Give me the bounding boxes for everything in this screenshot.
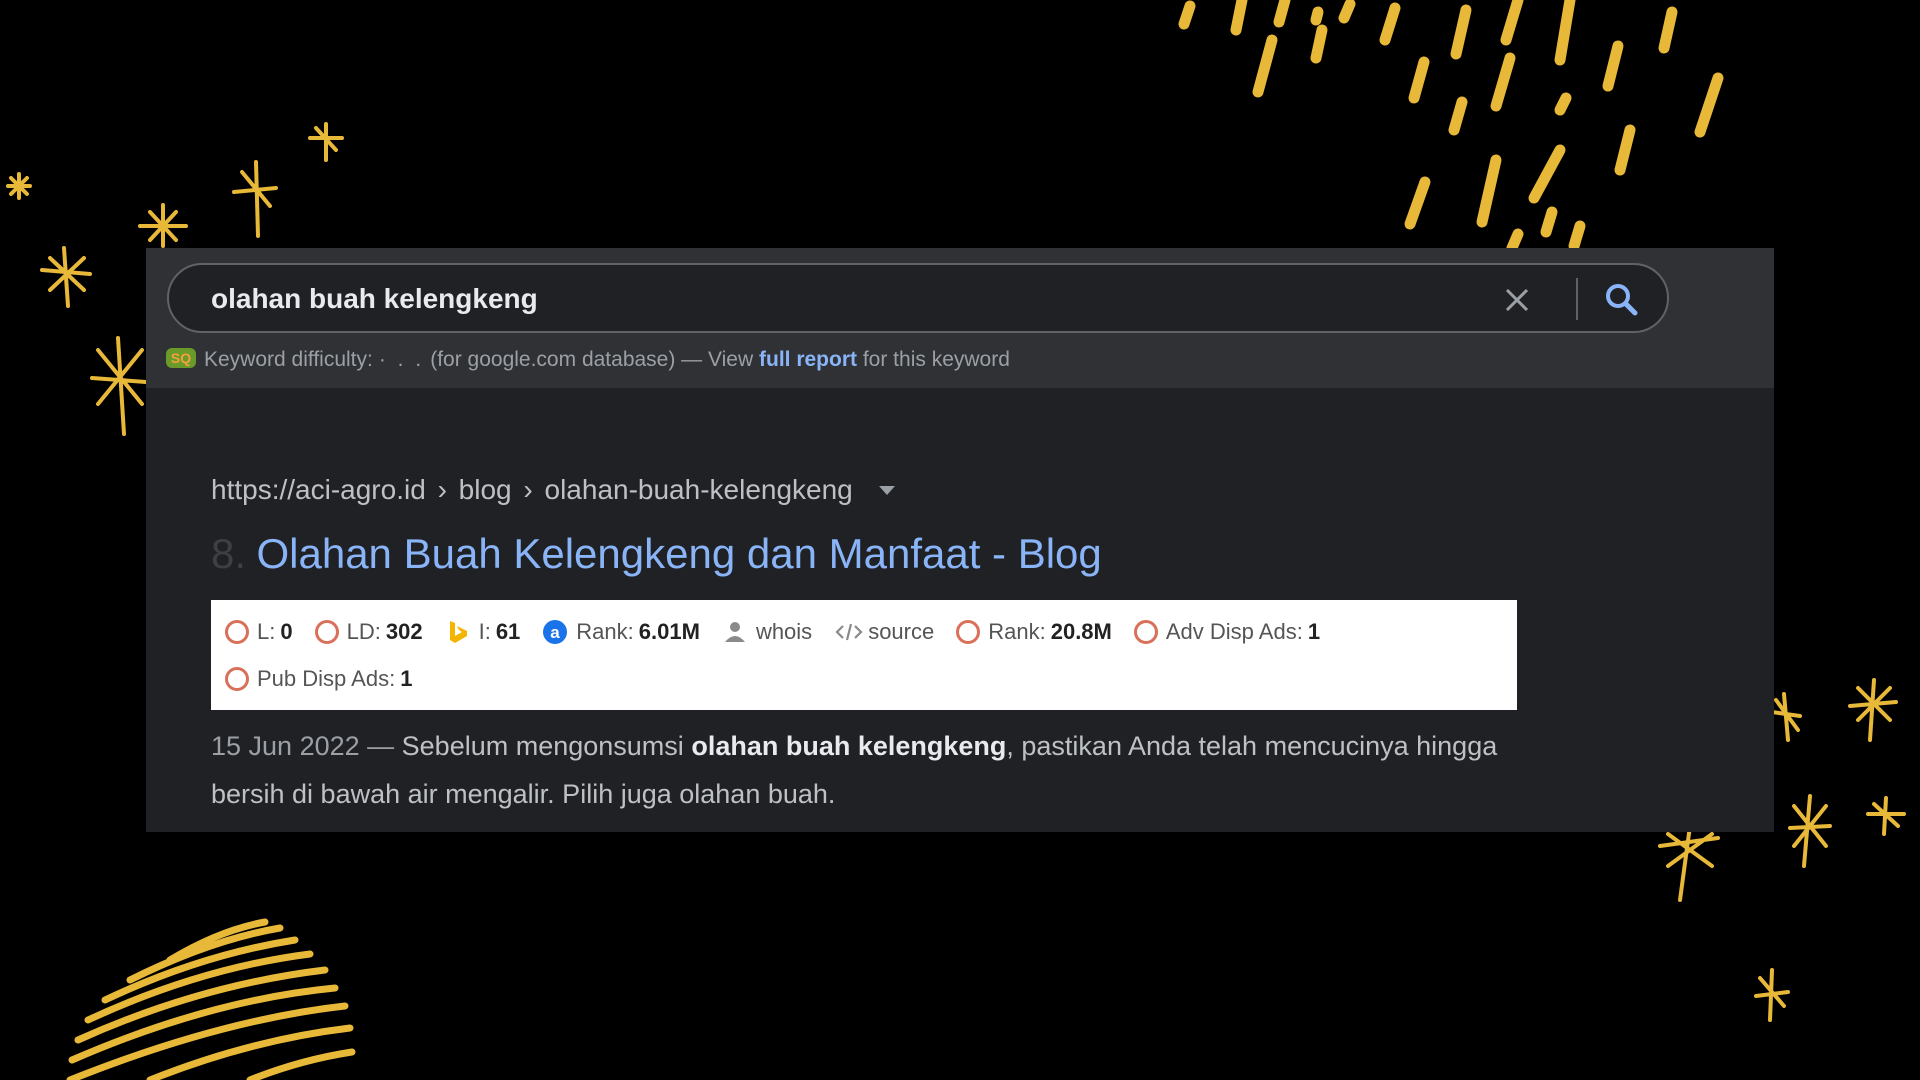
search-box[interactable] bbox=[167, 263, 1669, 333]
circle-icon bbox=[1133, 619, 1158, 644]
result-title-link[interactable]: Olahan Buah Kelengkeng dan Manfaat - Blo… bbox=[256, 530, 1101, 577]
metric-links[interactable]: L: 0 bbox=[225, 619, 293, 645]
metric-pub-disp-ads[interactable]: Pub Disp Ads: 1 bbox=[225, 666, 412, 692]
kd-suffix: for this keyword bbox=[862, 348, 1010, 371]
result-domain: https://aci-agro.id bbox=[211, 474, 426, 505]
breadcrumb-slug: olahan-buah-kelengkeng bbox=[544, 474, 853, 505]
chevron-down-icon[interactable] bbox=[878, 486, 895, 495]
close-icon[interactable] bbox=[1497, 280, 1537, 320]
svg-text:a: a bbox=[551, 623, 561, 642]
kd-loading-dots: · . . bbox=[378, 348, 425, 371]
snippet-text-pre: Sebelum mengonsumsi bbox=[401, 731, 684, 761]
search-header: SQ Keyword difficulty:· . .(for google.c… bbox=[146, 248, 1774, 388]
full-report-link[interactable]: full report bbox=[759, 348, 857, 371]
result-snippet: 15 Jun 2022 — Sebelum mengonsumsi olahan… bbox=[211, 722, 1511, 818]
metric-source[interactable]: source bbox=[834, 619, 934, 645]
kd-database-text: (for google.com database) — View bbox=[430, 348, 754, 371]
circle-icon bbox=[314, 619, 339, 644]
result-breadcrumb[interactable]: https://aci-agro.id › blog › olahan-buah… bbox=[211, 472, 1111, 508]
code-icon bbox=[834, 619, 863, 645]
snippet-highlight: olahan buah kelengkeng bbox=[691, 731, 1007, 761]
metric-bing-index[interactable]: I: 61 bbox=[445, 619, 520, 645]
result-rank-number: 8. bbox=[211, 530, 247, 577]
user-icon bbox=[722, 619, 748, 645]
search-input[interactable] bbox=[211, 279, 1411, 319]
bing-icon bbox=[445, 619, 471, 645]
search-results-panel: SQ Keyword difficulty:· . .(for google.c… bbox=[146, 248, 1774, 832]
keyword-difficulty-line: SQ Keyword difficulty: · . . (for google.c… bbox=[166, 346, 1366, 372]
metric-adv-disp-ads[interactable]: Adv Disp Ads: 1 bbox=[1133, 619, 1320, 645]
breadcrumb-blog: blog bbox=[458, 474, 512, 505]
seo-metrics-bar: L: 0 LD: 302 I: 61 a Rank: 6.01M whois s… bbox=[211, 600, 1517, 710]
alexa-icon: a bbox=[542, 619, 568, 645]
circle-icon bbox=[956, 619, 981, 644]
metric-linking-domains[interactable]: LD: 302 bbox=[314, 619, 423, 645]
circle-icon bbox=[225, 619, 249, 644]
result-title-row: 8. Olahan Buah Kelengkeng dan Manfaat - … bbox=[211, 528, 1102, 580]
breadcrumb-separator: › bbox=[523, 474, 533, 505]
search-divider bbox=[1576, 278, 1578, 320]
breadcrumb-separator: › bbox=[437, 474, 447, 505]
metric-whois[interactable]: whois bbox=[722, 619, 812, 645]
snippet-date: 15 Jun 2022 — bbox=[211, 731, 395, 761]
svg-text:SQ: SQ bbox=[171, 350, 191, 366]
search-icon[interactable] bbox=[1601, 279, 1643, 321]
metric-alexa-rank[interactable]: a Rank: 6.01M bbox=[542, 619, 700, 645]
kd-label: Keyword difficulty: bbox=[204, 348, 373, 371]
metric-semrush-rank[interactable]: Rank: 20.8M bbox=[956, 619, 1112, 645]
semrush-logo-icon: SQ bbox=[166, 346, 196, 370]
circle-icon bbox=[225, 666, 249, 691]
